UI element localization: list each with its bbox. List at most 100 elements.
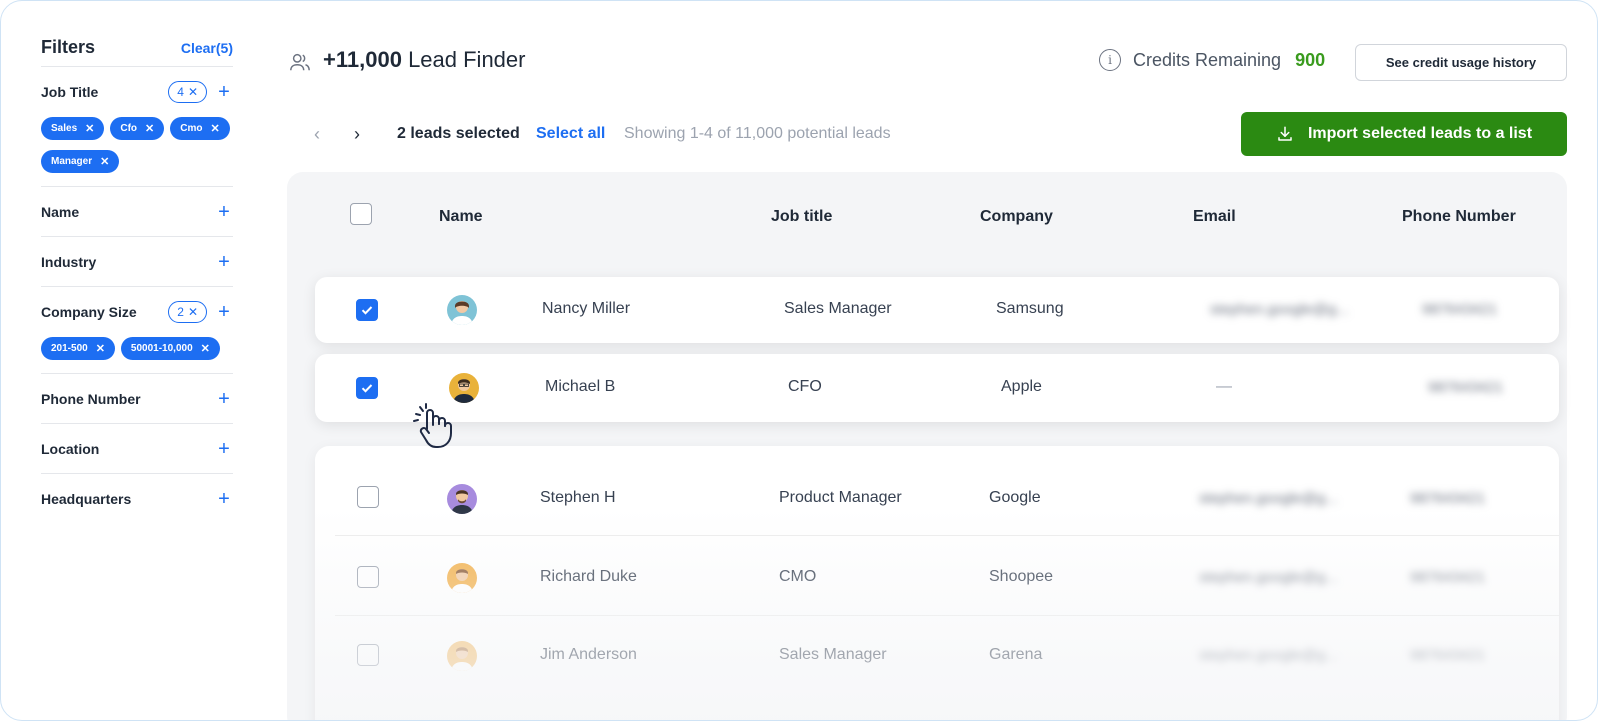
avatar — [447, 295, 477, 325]
table-row[interactable]: Richard Duke CMO Shoopee stephen.google@… — [315, 536, 1559, 616]
lead-job-title: CMO — [779, 568, 817, 585]
lead-email: stephen.google@g... — [1199, 490, 1338, 507]
lead-count: +11,000 — [323, 47, 402, 72]
close-icon[interactable]: ✕ — [188, 85, 198, 99]
column-header-company[interactable]: Company — [980, 208, 1053, 226]
filter-count: 2 — [177, 305, 184, 319]
lead-company: Apple — [1001, 378, 1042, 395]
filter-label: Location — [41, 441, 100, 457]
close-icon[interactable]: ✕ — [188, 305, 198, 319]
row-checkbox[interactable] — [356, 299, 378, 321]
row-checkbox[interactable] — [357, 566, 379, 588]
chip-label: 50001-10,000 — [130, 343, 193, 354]
close-icon[interactable]: ✕ — [210, 122, 219, 135]
check-icon — [361, 306, 373, 315]
page-title: +11,000 Lead Finder — [323, 47, 525, 73]
lead-name[interactable]: Jim Anderson — [540, 646, 637, 664]
import-leads-button[interactable]: Import selected leads to a list — [1241, 112, 1567, 156]
filter-label: Phone Number — [41, 391, 141, 407]
close-icon[interactable]: ✕ — [96, 342, 105, 355]
add-filter-button[interactable]: + — [215, 302, 233, 322]
chip-label: 201-500 — [51, 343, 88, 354]
row-checkbox[interactable] — [357, 644, 379, 666]
close-icon[interactable]: ✕ — [145, 122, 154, 135]
row-checkbox[interactable] — [356, 377, 378, 399]
lead-phone: 987643421 — [1422, 301, 1498, 318]
filter-headquarters[interactable]: Headquarters + — [41, 474, 233, 523]
filter-chip: Cmo ✕ — [170, 117, 230, 140]
lead-name[interactable]: Nancy Miller — [542, 300, 630, 318]
add-filter-button[interactable]: + — [215, 252, 233, 272]
filter-label: Company Size — [41, 304, 137, 320]
filter-name[interactable]: Name + — [41, 187, 233, 237]
column-header-job-title[interactable]: Job title — [771, 208, 832, 226]
filter-label: Headquarters — [41, 491, 132, 507]
filter-job-title: Job Title 4 ✕ + Sales ✕ Cfo ✕ Cmo ✕ Manager… — [41, 67, 233, 187]
column-header-email[interactable]: Email — [1193, 208, 1236, 226]
filter-chip: 201-500 ✕ — [41, 337, 115, 360]
users-icon — [290, 53, 310, 71]
table-row[interactable]: Stephen H Product Manager Google stephen… — [315, 456, 1559, 536]
company-size-chips: 201-500 ✕ 50001-10,000 ✕ — [41, 337, 233, 360]
table-header: Name Job title Company Email Phone Numbe… — [287, 172, 1567, 264]
lead-name[interactable]: Stephen H — [540, 489, 616, 507]
chevron-left-icon[interactable]: ‹ — [314, 124, 326, 145]
select-all-checkbox[interactable] — [350, 203, 372, 225]
add-filter-button[interactable]: + — [215, 439, 233, 459]
pagination: ‹ › — [314, 124, 366, 145]
lead-email: stephen.google@g... — [1210, 301, 1349, 318]
column-header-phone[interactable]: Phone Number — [1402, 208, 1516, 226]
filter-label: Name — [41, 204, 80, 220]
leads-table: Name Job title Company Email Phone Numbe… — [287, 172, 1567, 720]
credits-remaining: i Credits Remaining 900 — [1099, 49, 1325, 71]
lead-email: stephen.google@g... — [1199, 647, 1338, 664]
add-filter-button[interactable]: + — [215, 82, 233, 102]
add-filter-button[interactable]: + — [215, 389, 233, 409]
lead-job-title: CFO — [788, 378, 822, 395]
credits-label: Credits Remaining — [1133, 49, 1282, 70]
lead-company: Google — [989, 489, 1041, 506]
add-filter-button[interactable]: + — [215, 202, 233, 222]
filter-count-pill[interactable]: 2 ✕ — [168, 301, 207, 323]
lead-phone: 987643421 — [1410, 490, 1486, 507]
filter-industry[interactable]: Industry + — [41, 237, 233, 287]
filter-count-pill[interactable]: 4 ✕ — [168, 81, 207, 103]
lead-phone: 987643421 — [1428, 379, 1504, 396]
credit-history-button[interactable]: See credit usage history — [1355, 44, 1567, 81]
close-icon[interactable]: ✕ — [100, 155, 109, 168]
column-header-name[interactable]: Name — [439, 208, 483, 226]
lead-email: stephen.google@g... — [1199, 569, 1338, 586]
lead-phone: 987643421 — [1410, 647, 1486, 664]
avatar — [447, 484, 477, 514]
close-icon[interactable]: ✕ — [85, 122, 94, 135]
lead-name[interactable]: Michael B — [545, 378, 615, 396]
filter-chip: Sales ✕ — [41, 117, 105, 140]
filter-label: Job Title — [41, 84, 99, 100]
filters-title: Filters — [41, 37, 96, 57]
clear-filters-link[interactable]: Clear(5) — [181, 40, 233, 56]
lead-name[interactable]: Richard Duke — [540, 568, 637, 586]
table-row-selected[interactable]: Michael B CFO Apple — 987643421 — [315, 354, 1559, 422]
unselected-rows: Stephen H Product Manager Google stephen… — [315, 446, 1559, 720]
avatar — [447, 563, 477, 593]
filters-header: Filters Clear(5) — [41, 35, 233, 67]
app-frame: Filters Clear(5) Job Title 4 ✕ + Sales ✕ … — [0, 0, 1598, 721]
row-checkbox[interactable] — [357, 486, 379, 508]
lead-company: Garena — [989, 646, 1043, 663]
page-title-text: Lead Finder — [408, 47, 526, 72]
filters-sidebar: Filters Clear(5) Job Title 4 ✕ + Sales ✕ … — [41, 35, 233, 523]
lead-job-title: Sales Manager — [784, 300, 892, 317]
chip-label: Cfo — [120, 123, 138, 134]
filter-phone-number[interactable]: Phone Number + — [41, 374, 233, 424]
chip-label: Manager — [51, 156, 93, 167]
add-filter-button[interactable]: + — [215, 489, 233, 509]
lead-company: Samsung — [996, 300, 1064, 317]
info-icon[interactable]: i — [1099, 49, 1121, 71]
filter-location[interactable]: Location + — [41, 424, 233, 474]
table-row[interactable]: Jim Anderson Sales Manager Garena stephe… — [315, 616, 1559, 696]
select-all-link[interactable]: Select all — [536, 125, 605, 143]
close-icon[interactable]: ✕ — [201, 342, 210, 355]
filter-chip: Manager ✕ — [41, 150, 120, 173]
table-row-selected[interactable]: Nancy Miller Sales Manager Samsung steph… — [315, 277, 1559, 343]
chevron-right-icon[interactable]: › — [354, 124, 366, 145]
